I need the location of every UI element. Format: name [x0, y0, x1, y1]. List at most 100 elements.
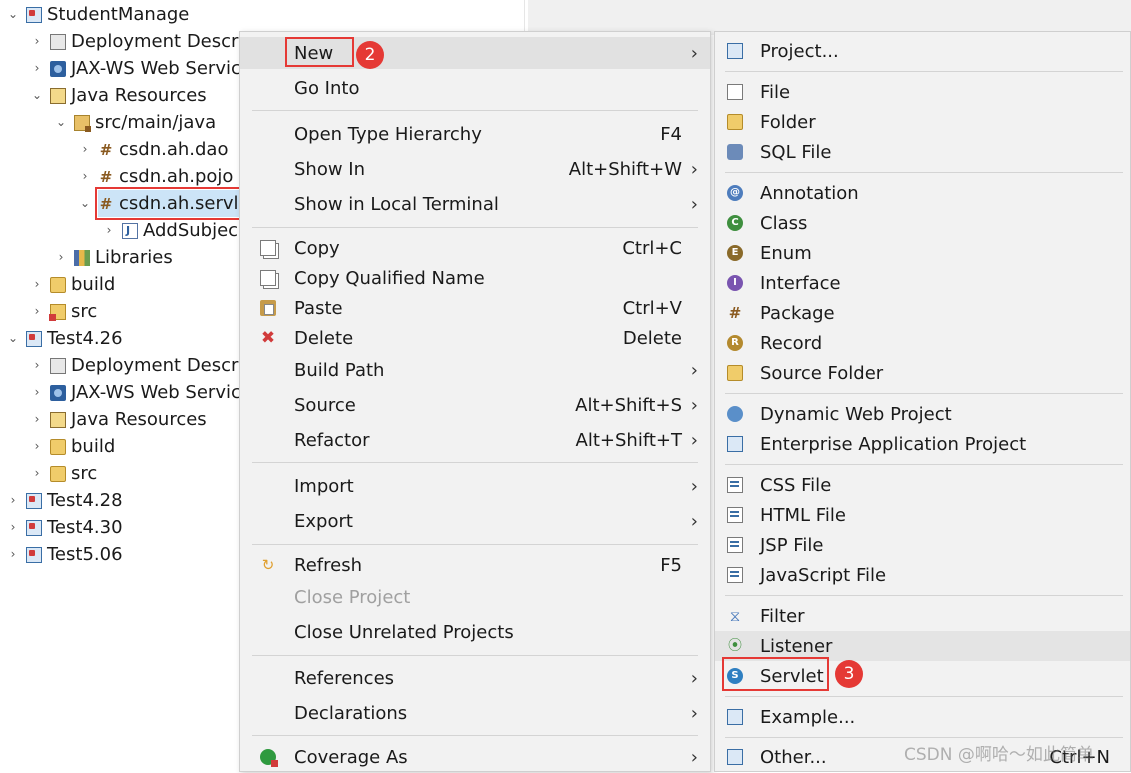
submenu-arrow-icon: ›: [690, 667, 698, 689]
submenu-item-enum[interactable]: E Enum: [715, 238, 1130, 268]
project-icon: [26, 519, 42, 536]
tree-item-jaxws[interactable]: › JAX-WS Web Servic: [30, 379, 241, 406]
tree-item-package-pojo[interactable]: › # csdn.ah.pojo: [78, 163, 234, 190]
collapse-arrow-icon[interactable]: ›: [30, 28, 44, 55]
menu-item-show-in[interactable]: Show In Alt+Shift+W ›: [240, 153, 710, 185]
submenu-item-css-file[interactable]: CSS File: [715, 470, 1130, 500]
menu-item-refactor[interactable]: Refactor Alt+Shift+T ›: [240, 424, 710, 456]
tree-item-java-resources[interactable]: ⌄ Java Resources: [30, 82, 207, 109]
menu-item-copy-qualified-name[interactable]: Copy Qualified Name: [240, 262, 710, 294]
submenu-item-file[interactable]: File: [715, 77, 1130, 107]
menu-item-delete[interactable]: ✖ Delete Delete: [240, 322, 710, 354]
menu-item-references[interactable]: References ›: [240, 662, 710, 694]
tree-item-deployment-descriptor[interactable]: › Deployment Descri: [30, 352, 244, 379]
collapse-arrow-icon[interactable]: ›: [30, 298, 44, 325]
menu-item-source[interactable]: Source Alt+Shift+S ›: [240, 389, 710, 421]
tree-item-addsubject[interactable]: › AddSubjec: [102, 217, 239, 244]
submenu-item-enterprise-application-project[interactable]: Enterprise Application Project: [715, 429, 1130, 459]
expand-arrow-icon[interactable]: ⌄: [54, 109, 68, 136]
java-resources-icon: [50, 411, 66, 428]
menu-item-declarations[interactable]: Declarations ›: [240, 697, 710, 729]
submenu-arrow-icon: ›: [690, 359, 698, 381]
submenu-item-project[interactable]: Project...: [715, 36, 1130, 66]
tree-item-src[interactable]: › src: [30, 460, 98, 487]
menu-item-open-type-hierarchy[interactable]: Open Type Hierarchy F4: [240, 118, 710, 150]
collapse-arrow-icon[interactable]: ›: [6, 541, 20, 568]
tree-item-studentmanage[interactable]: ⌄ StudentManage: [6, 1, 189, 28]
menu-item-import[interactable]: Import ›: [240, 470, 710, 502]
folder-icon: [49, 303, 66, 321]
collapse-arrow-icon[interactable]: ›: [30, 379, 44, 406]
submenu-item-record[interactable]: R Record: [715, 328, 1130, 358]
submenu-item-example[interactable]: Example...: [715, 702, 1130, 732]
tree-item-libraries[interactable]: › Libraries: [54, 244, 173, 271]
collapse-arrow-icon[interactable]: ›: [78, 163, 92, 190]
context-menu: New › Go Into Open Type Hierarchy F4 Sho…: [239, 31, 711, 772]
expand-arrow-icon[interactable]: ⌄: [78, 190, 92, 217]
submenu-item-filter[interactable]: ⧖ Filter: [715, 601, 1130, 631]
submenu-item-html-file[interactable]: HTML File: [715, 500, 1130, 530]
collapse-arrow-icon[interactable]: ›: [30, 433, 44, 460]
expand-arrow-icon[interactable]: ⌄: [6, 325, 20, 352]
menu-item-show-local-terminal[interactable]: Show in Local Terminal ›: [240, 188, 710, 220]
submenu-item-class[interactable]: C Class: [715, 208, 1130, 238]
tree-item-src[interactable]: › src: [30, 298, 98, 325]
web-service-icon: [50, 384, 66, 401]
folder-icon: [50, 276, 66, 293]
menu-item-close-unrelated-projects[interactable]: Close Unrelated Projects: [240, 616, 710, 648]
submenu-item-jsp-file[interactable]: JSP File: [715, 530, 1130, 560]
submenu-item-annotation[interactable]: @ Annotation: [715, 178, 1130, 208]
submenu-item-dynamic-web-project[interactable]: Dynamic Web Project: [715, 399, 1130, 429]
tree-item-package-dao[interactable]: › # csdn.ah.dao: [78, 136, 229, 163]
menu-item-build-path[interactable]: Build Path ›: [240, 354, 710, 386]
tree-item-src-main-java[interactable]: ⌄ src/main/java: [54, 109, 216, 136]
collapse-arrow-icon[interactable]: ›: [30, 55, 44, 82]
tree-item-test430[interactable]: › Test4.30: [6, 514, 123, 541]
collapse-arrow-icon[interactable]: ›: [30, 271, 44, 298]
collapse-arrow-icon[interactable]: ›: [30, 460, 44, 487]
expand-arrow-icon[interactable]: ⌄: [30, 82, 44, 109]
tree-item-java-resources[interactable]: › Java Resources: [30, 406, 207, 433]
tree-item-test428[interactable]: › Test4.28: [6, 487, 123, 514]
tree-item-label: build: [71, 274, 116, 295]
collapse-arrow-icon[interactable]: ›: [30, 406, 44, 433]
menu-item-export[interactable]: Export ›: [240, 505, 710, 537]
submenu-arrow-icon: ›: [690, 702, 698, 724]
menu-item-copy[interactable]: Copy Ctrl+C: [240, 232, 710, 264]
submenu-item-interface[interactable]: I Interface: [715, 268, 1130, 298]
tree-item-deployment-descriptor[interactable]: › Deployment Descri: [30, 28, 244, 55]
menu-separator: [252, 227, 698, 228]
source-folder-icon: [727, 365, 743, 381]
menu-item-go-into[interactable]: Go Into: [240, 72, 710, 104]
menu-item-coverage-as[interactable]: Coverage As ›: [240, 741, 710, 773]
tree-item-label: Test4.26: [47, 328, 123, 349]
menu-item-refresh[interactable]: ↻ Refresh F5: [240, 549, 710, 581]
tree-item-build[interactable]: › build: [30, 433, 116, 460]
tree-item-test506[interactable]: › Test5.06: [6, 541, 123, 568]
tree-item-label: src/main/java: [95, 112, 217, 133]
tree-item-label: src: [71, 463, 98, 484]
collapse-arrow-icon[interactable]: ›: [30, 352, 44, 379]
menu-item-paste[interactable]: Paste Ctrl+V: [240, 292, 710, 324]
collapse-arrow-icon[interactable]: ›: [6, 487, 20, 514]
submenu-item-package[interactable]: # Package: [715, 298, 1130, 328]
submenu-item-sql-file[interactable]: SQL File: [715, 137, 1130, 167]
collapse-arrow-icon[interactable]: ›: [102, 217, 116, 244]
tree-item-test426[interactable]: ⌄ Test4.26: [6, 325, 123, 352]
expand-arrow-icon[interactable]: ⌄: [6, 1, 20, 28]
collapse-arrow-icon[interactable]: ›: [54, 244, 68, 271]
menu-separator: [725, 393, 1123, 394]
submenu-arrow-icon: ›: [690, 42, 698, 64]
submenu-item-javascript-file[interactable]: JavaScript File: [715, 560, 1130, 590]
submenu-arrow-icon: ›: [690, 394, 698, 416]
submenu-item-source-folder[interactable]: Source Folder: [715, 358, 1130, 388]
project-icon: [26, 6, 42, 23]
libraries-icon: [74, 249, 90, 266]
tree-item-jaxws[interactable]: › JAX-WS Web Servic: [30, 55, 241, 82]
collapse-arrow-icon[interactable]: ›: [78, 136, 92, 163]
submenu-item-folder[interactable]: Folder: [715, 107, 1130, 137]
collapse-arrow-icon[interactable]: ›: [6, 514, 20, 541]
package-icon: #: [99, 140, 113, 159]
tree-item-build[interactable]: › build: [30, 271, 116, 298]
menu-separator: [252, 735, 698, 736]
